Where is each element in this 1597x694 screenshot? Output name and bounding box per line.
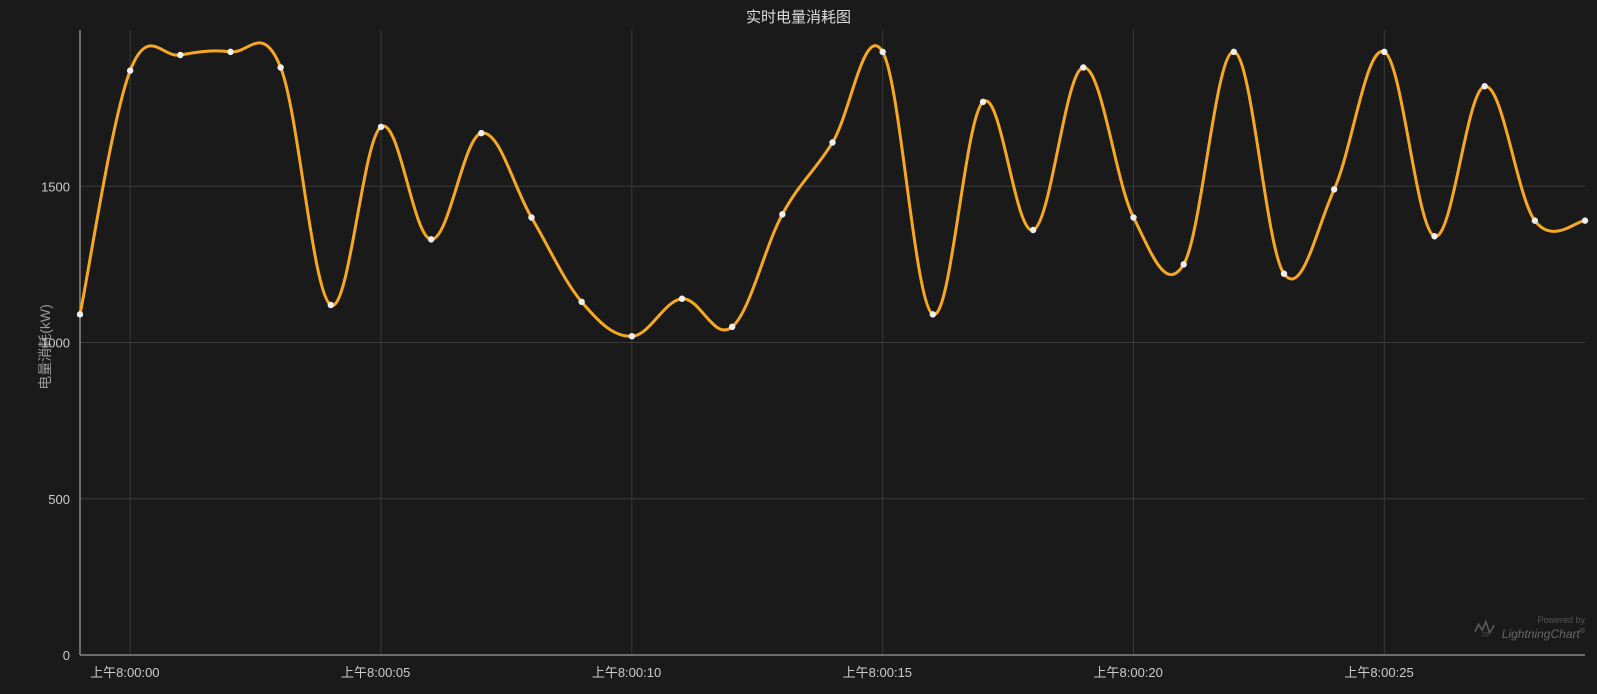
data-point [428, 236, 434, 242]
svg-text:0: 0 [63, 648, 70, 663]
branding-product: LightningChart [1502, 627, 1580, 641]
svg-text:上午8:00:00: 上午8:00:00 [90, 665, 159, 680]
data-point [829, 139, 835, 145]
data-point [1180, 261, 1186, 267]
data-point [629, 333, 635, 339]
data-point [127, 67, 133, 73]
data-point [1231, 49, 1237, 55]
svg-text:JS: JS [1481, 631, 1488, 637]
data-point [528, 214, 534, 220]
data-point [1080, 64, 1086, 70]
svg-text:1000: 1000 [41, 336, 70, 351]
data-point [1532, 217, 1538, 223]
data-point [77, 311, 83, 317]
data-point [779, 211, 785, 217]
data-point [227, 49, 233, 55]
data-point [980, 99, 986, 105]
svg-text:上午8:00:20: 上午8:00:20 [1094, 665, 1163, 680]
data-point [1331, 186, 1337, 192]
svg-text:上午8:00:10: 上午8:00:10 [592, 665, 661, 680]
chart-plot-area[interactable]: 0 500 1000 1500 上午8:00:00 上午8:00:05 上午8:00:10 上… [0, 0, 1597, 694]
data-point [328, 302, 334, 308]
data-point [729, 324, 735, 330]
data-point [378, 124, 384, 130]
branding-logo: JS Powered by LightningChart® [1474, 614, 1585, 642]
data-point [1281, 271, 1287, 277]
lightningchart-icon: JS [1474, 619, 1496, 637]
data-point [1030, 227, 1036, 233]
data-point [1381, 49, 1387, 55]
svg-text:上午8:00:05: 上午8:00:05 [341, 665, 410, 680]
data-point [478, 130, 484, 136]
branding-powered-by: Powered by [1537, 615, 1585, 625]
data-point [1481, 83, 1487, 89]
svg-text:上午8:00:25: 上午8:00:25 [1344, 665, 1413, 680]
svg-text:1500: 1500 [41, 179, 70, 194]
data-point [879, 49, 885, 55]
data-line [80, 43, 1585, 336]
data-point [177, 52, 183, 58]
data-point [578, 299, 584, 305]
data-point [1582, 217, 1588, 223]
data-point [679, 296, 685, 302]
svg-text:上午8:00:15: 上午8:00:15 [843, 665, 912, 680]
svg-text:500: 500 [48, 492, 70, 507]
chart-container[interactable]: 实时电量消耗图 电量消耗(kW) 050010001500上午8:00:00上午… [0, 0, 1597, 694]
data-point [277, 64, 283, 70]
data-point [1130, 214, 1136, 220]
data-point [930, 311, 936, 317]
data-point [1431, 233, 1437, 239]
